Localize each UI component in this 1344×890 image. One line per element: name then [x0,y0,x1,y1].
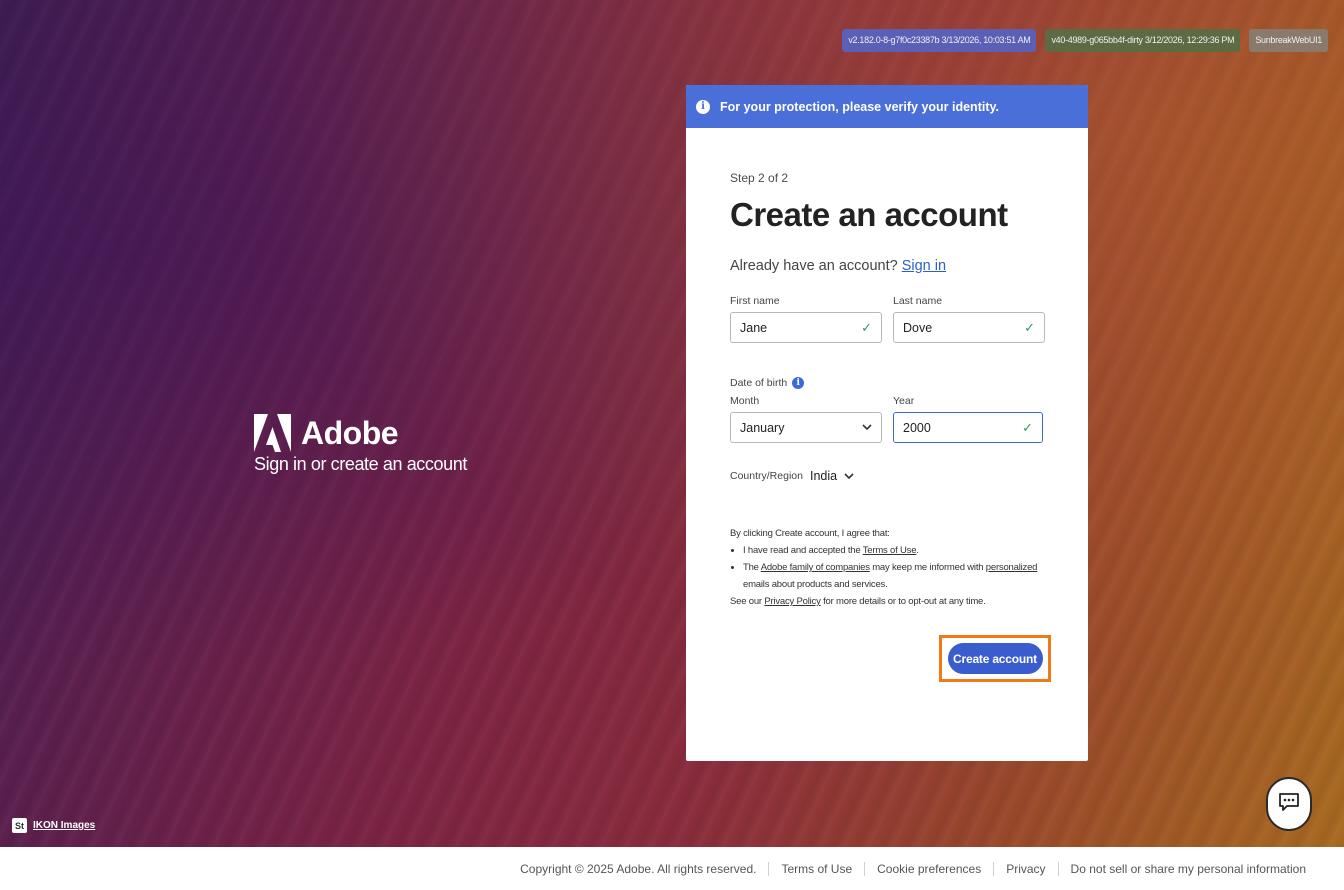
legal-item: The Adobe family of companies may keep m… [743,559,1044,593]
dob-label: Date of birth [730,377,788,389]
legal-consent: By clicking Create account, I agree that… [730,525,1044,610]
verify-banner: i For your protection, please verify you… [686,85,1088,128]
version-badge-build: v40-4989-g065bb4f-dirty 3/12/2026, 12:29… [1045,29,1241,52]
last-name-group: Last name Dove ✓ [893,295,1045,343]
personalized-link[interactable]: personalized [986,562,1038,573]
month-select[interactable]: January [730,412,882,443]
first-name-value: Jane [740,320,768,335]
country-label: Country/Region [730,470,803,482]
sign-in-link[interactable]: Sign in [902,258,946,274]
legal-intro: By clicking Create account, I agree that… [730,528,890,539]
verify-banner-text: For your protection, please verify your … [720,99,999,114]
background-image [0,0,1344,847]
country-select[interactable]: India [810,469,837,483]
footer-link-terms[interactable]: Terms of Use [768,861,864,876]
legal-item: I have read and accepted the Terms of Us… [743,542,1044,559]
legal-text: . [916,545,919,556]
image-credit-link[interactable]: IKON Images [33,820,95,831]
legal-text: The [743,562,761,573]
legal-text: I have read and accepted the [743,545,863,556]
checkmark-icon: ✓ [1024,319,1035,335]
month-value: January [740,420,785,435]
info-icon: i [696,99,710,114]
stock-icon: St [12,818,27,833]
signup-card: i For your protection, please verify you… [686,85,1088,761]
legal-text: for more details or to opt-out at any ti… [820,596,986,607]
country-row: Country/Region India [730,467,1044,485]
adobe-family-link[interactable]: Adobe family of companies [761,562,870,573]
already-account-text: Already have an account? [730,258,898,274]
last-name-value: Dove [903,320,933,335]
chevron-down-icon [862,422,872,434]
legal-text: may keep me informed with [869,562,986,573]
version-badge-web: v2.182.0-8-g7f0c23387b 3/13/2026, 10:03:… [842,29,1037,52]
footer: Copyright © 2025 Adobe. All rights reser… [0,847,1344,890]
step-indicator: Step 2 of 2 [730,171,789,185]
year-value: 2000 [903,420,931,435]
terms-of-use-link[interactable]: Terms of Use [863,545,917,556]
month-group: Month January [730,395,882,443]
adobe-logo-icon [254,414,291,452]
dob-label-row: Date of birth i [730,377,1044,389]
version-badges: v2.182.0-8-g7f0c23387b 3/13/2026, 10:03:… [842,29,1328,52]
first-name-label: First name [730,295,780,307]
info-icon[interactable]: i [792,377,805,389]
footer-link-do-not-sell[interactable]: Do not sell or share my personal informa… [1057,861,1318,876]
last-name-label: Last name [893,295,943,307]
checkmark-icon: ✓ [1022,419,1033,435]
legal-text: See our [730,596,765,607]
version-badge-env: SunbreakWebUI1 [1249,29,1328,52]
year-label: Year [893,395,915,407]
highlight-outline: Create account [939,635,1051,682]
brand-block: Adobe Sign in or create an account [254,414,467,475]
chat-icon [1278,792,1300,817]
chat-button[interactable] [1266,777,1312,831]
privacy-policy-link[interactable]: Privacy Policy [764,596,821,607]
year-field[interactable]: 2000 ✓ [893,412,1043,443]
image-credit[interactable]: St IKON Images [12,818,95,833]
year-group: Year 2000 ✓ [893,395,1043,443]
legal-text: emails about products and services. [743,579,888,590]
footer-link-privacy[interactable]: Privacy [993,861,1057,876]
privacy-line: See our Privacy Policy for more details … [730,593,1044,610]
page-title: Create an account [730,196,1008,233]
brand-name: Adobe [301,414,399,451]
first-name-field[interactable]: Jane ✓ [730,312,882,343]
brand-tagline: Sign in or create an account [254,454,467,474]
already-account-line: Already have an account? Sign in [730,258,1044,274]
checkmark-icon: ✓ [861,319,872,335]
first-name-group: First name Jane ✓ [730,295,882,343]
month-label: Month [730,395,760,407]
chevron-down-icon[interactable] [844,467,854,485]
copyright-text: Copyright © 2025 Adobe. All rights reser… [520,861,757,876]
last-name-field[interactable]: Dove ✓ [893,312,1045,343]
footer-link-cookies[interactable]: Cookie preferences [864,861,993,876]
create-account-button[interactable]: Create account [947,643,1043,674]
